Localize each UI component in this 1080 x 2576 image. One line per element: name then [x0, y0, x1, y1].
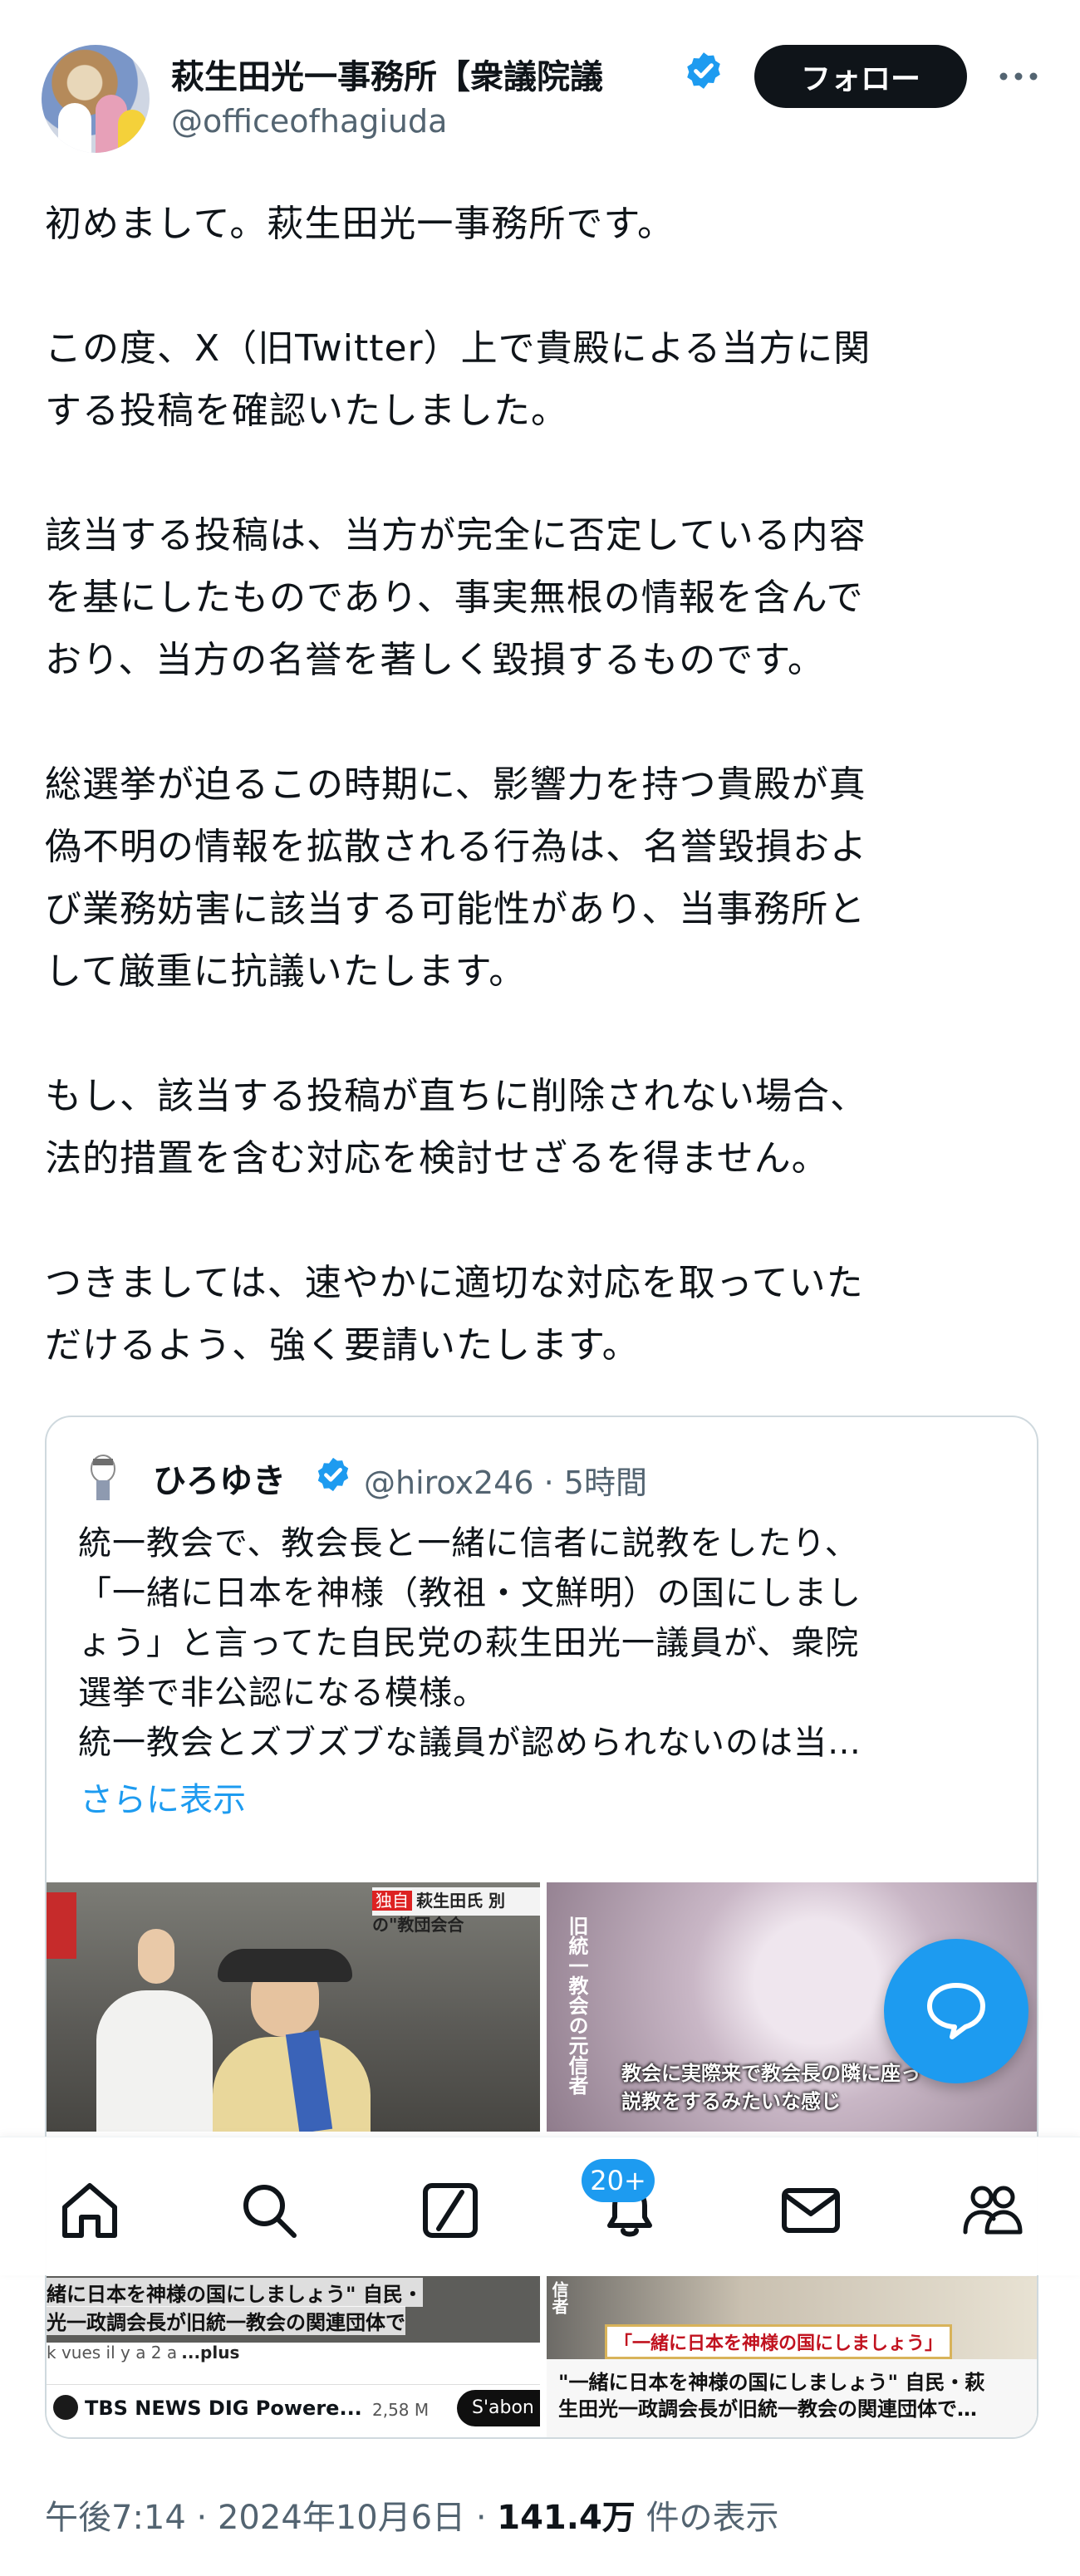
video-title-bar: "一緒に日本を神様の国にしましょう" 自民・萩 生田光一政調会長が旧統一教会の関…: [547, 2359, 1037, 2437]
home-icon[interactable]: [56, 2177, 123, 2244]
grok-chat-fab[interactable]: [884, 1939, 1028, 2083]
video-caption-line: 説教をするみたいな感じ: [621, 2090, 841, 2113]
tweet-paragraph: つきましては、速やかに適切な対応を取っていた だけるよう、強く要請いたします。: [45, 1262, 864, 1367]
communities-icon[interactable]: [959, 2177, 1025, 2244]
red-sign: [47, 1892, 76, 1959]
overlay-title-line: 光一政調会長が旧統一教会の関連団体で: [47, 2306, 405, 2335]
view-count-label: 件の表示: [635, 2499, 779, 2537]
raised-hand: [138, 1929, 174, 1984]
verified-badge-icon: [317, 1457, 349, 1492]
view-count: 141.4万: [497, 2499, 636, 2537]
news-banner: 独自 萩生田氏 別の"教団会合: [372, 1887, 540, 1935]
quote-text: 統一教会で、教会長と一緒に信者に説教をしたり、 「一緒に日本を神様（教祖・文鮮明…: [78, 1524, 862, 1762]
author-handle[interactable]: @officeofhagiuda: [171, 103, 447, 140]
tweet-paragraph: もし、該当する投稿が直ちに削除されない場合、 法的措置を含む対応を検討せざるを得…: [45, 1075, 867, 1180]
grok-icon[interactable]: [417, 2177, 484, 2244]
follow-button[interactable]: フォロー: [754, 45, 967, 108]
quote-media-lower-left[interactable]: 緒に日本を神様の国にしましょう" 自民・ 光一政調会長が旧統一教会の関連団体で …: [47, 2276, 540, 2437]
channel-subscribers: 2,58 M: [372, 2400, 430, 2420]
quoted-tweet-card[interactable]: ひろゆき @hirox246 · 5時間 統一教会で、教会長と一緒に信者に説教を…: [45, 1416, 1038, 2439]
video-banner: 「一緒に日本を神様の国にしましょう」: [605, 2324, 953, 2359]
avatar-figure: [58, 103, 91, 153]
author-display-name[interactable]: 萩生田光一事務所【衆議院議: [171, 50, 603, 98]
person-figure: [96, 1990, 213, 2132]
quote-handle-time: @hirox246 · 5時間: [364, 1465, 647, 1501]
tweet-body: 初めまして。萩生田光一事務所です。 この度、X（旧Twitter）上で貴殿による…: [45, 193, 1042, 1376]
side-caption: 信者: [549, 2281, 569, 2314]
tweet-meta: 午後7:14 · 2024年10月6日 · 141.4万 件の表示: [45, 2490, 779, 2539]
channel-name[interactable]: TBS NEWS DIG Powere...: [85, 2397, 362, 2420]
subscribe-button[interactable]: S'abon: [457, 2390, 540, 2426]
speaker-hair: [218, 1949, 352, 1982]
more-options-icon[interactable]: [994, 58, 1043, 95]
video-more-link[interactable]: ...plus: [181, 2343, 239, 2363]
banner-tag: 独自: [372, 1891, 412, 1911]
search-icon[interactable]: [236, 2177, 302, 2244]
show-more-link[interactable]: さらに表示: [80, 1773, 246, 1821]
quote-author-name[interactable]: ひろゆき: [153, 1454, 286, 1502]
channel-avatar: [53, 2395, 78, 2420]
bottom-navigation: 20+: [0, 2137, 1080, 2275]
video-views: k vues il y a 2 a: [47, 2343, 178, 2363]
quote-media-left[interactable]: 独自 萩生田氏 別の"教団会合: [47, 1882, 540, 2132]
tweet-paragraph: 総選挙が迫るこの時期に、影響力を持つ貴殿が真 偽不明の情報を拡散される行為は、名…: [45, 763, 867, 993]
overlay-title-line: 緒に日本を神様の国にしましょう" 自民・: [47, 2278, 423, 2307]
video-caption-line: 教会に実際来で教会長の隣に座っ: [621, 2062, 920, 2085]
author-avatar[interactable]: [42, 45, 150, 153]
notifications-badge: 20+: [582, 2159, 655, 2202]
tweet-paragraph: この度、X（旧Twitter）上で貴殿による当方に関 する投稿を確認いたしました…: [45, 327, 871, 432]
video-info-bar: k vues il y a 2 a ...plus: [47, 2343, 540, 2376]
avatar-figure: [118, 110, 146, 153]
video-title[interactable]: "一緒に日本を神様の国にしましょう" 自民・萩 生田光一政調会長が旧統一教会の関…: [558, 2369, 1024, 2422]
messages-icon[interactable]: [778, 2177, 844, 2244]
quote-media-lower-right[interactable]: 信者 「一緒に日本を神様の国にしましょう」 "一緒に日本を神様の国にしましょう"…: [547, 2276, 1037, 2437]
chat-bubble-icon: [927, 1983, 985, 2039]
channel-bar: TBS NEWS DIG Powere... 2,58 M S'abon: [47, 2384, 540, 2437]
quote-author-avatar[interactable]: [80, 1450, 126, 1504]
tweet-timestamp[interactable]: 午後7:14 · 2024年10月6日 ·: [45, 2499, 497, 2537]
tweet-paragraph: 初めまして。萩生田光一事務所です。: [45, 203, 675, 245]
side-caption: 旧統一教会の元信者: [565, 1916, 588, 2095]
tweet-paragraph: 該当する投稿は、当方が完全に否定している内容 を基にしたものであり、事実無根の情…: [45, 514, 866, 681]
verified-badge-icon: [687, 52, 720, 89]
